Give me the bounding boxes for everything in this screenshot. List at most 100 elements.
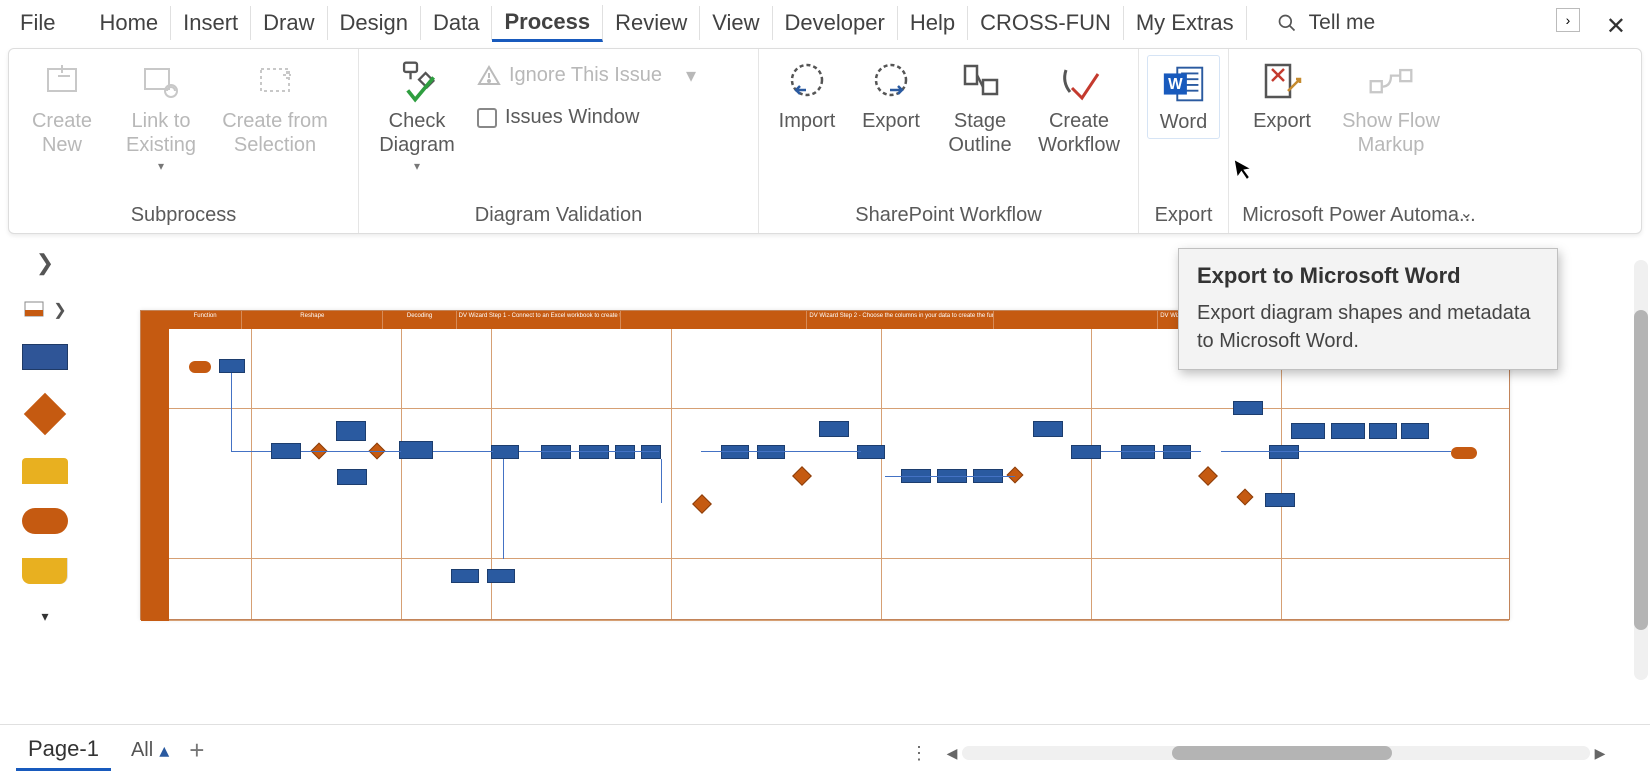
page-tab[interactable]: Page-1 bbox=[16, 730, 111, 771]
tab-process[interactable]: Process bbox=[492, 5, 603, 42]
shape-process[interactable] bbox=[219, 359, 245, 373]
vertical-scrollbar[interactable] bbox=[1634, 260, 1648, 680]
check-diagram-button[interactable]: Check Diagram ▾ bbox=[367, 55, 467, 177]
shape-process[interactable] bbox=[819, 421, 849, 437]
create-from-selection-button[interactable]: Create from Selection bbox=[215, 55, 335, 161]
shape-process[interactable] bbox=[615, 445, 635, 459]
all-pages-label: All bbox=[131, 739, 153, 762]
shape-process[interactable] bbox=[337, 469, 367, 485]
ignore-issue-label: Ignore This Issue bbox=[509, 64, 662, 87]
create-new-label: Create New bbox=[32, 109, 92, 157]
export-sp-button[interactable]: Export bbox=[851, 55, 931, 137]
issues-window-toggle[interactable]: Issues Window bbox=[471, 102, 702, 133]
sb-stencil-row[interactable]: ❯ bbox=[23, 300, 66, 320]
flow-markup-icon bbox=[1367, 59, 1415, 107]
expand-shapes-icon[interactable]: ❯ bbox=[36, 250, 54, 276]
tab-data[interactable]: Data bbox=[421, 6, 492, 40]
tab-help[interactable]: Help bbox=[898, 6, 968, 40]
tab-home[interactable]: Home bbox=[87, 6, 171, 40]
shape-process[interactable] bbox=[491, 445, 519, 459]
tell-me-search[interactable]: Tell me bbox=[1277, 11, 1376, 35]
show-flow-markup-button[interactable]: Show Flow Markup bbox=[1331, 55, 1451, 161]
tab-review[interactable]: Review bbox=[603, 6, 700, 40]
shape-process[interactable] bbox=[1033, 421, 1063, 437]
group-subprocess-label: Subprocess bbox=[17, 200, 350, 231]
close-icon[interactable]: ✕ bbox=[1606, 12, 1626, 41]
shape-process[interactable] bbox=[1121, 445, 1155, 459]
shape-process[interactable] bbox=[1401, 423, 1429, 439]
shape-process[interactable] bbox=[579, 445, 609, 459]
horizontal-scrollbar[interactable]: ⋮ ◀ ▶ bbox=[910, 744, 1610, 762]
shape-process[interactable] bbox=[487, 569, 515, 583]
shape-process[interactable] bbox=[1269, 445, 1299, 459]
shape-decision[interactable] bbox=[24, 393, 66, 435]
warning-icon bbox=[477, 64, 501, 88]
tab-myextras[interactable]: My Extras bbox=[1124, 6, 1247, 40]
tab-insert[interactable]: Insert bbox=[171, 6, 251, 40]
scrollbar-options-icon[interactable]: ⋮ bbox=[910, 743, 930, 764]
shape-process[interactable] bbox=[857, 445, 885, 459]
pa-export-icon bbox=[1258, 59, 1306, 107]
pa-export-button[interactable]: Export bbox=[1237, 55, 1327, 137]
group-export-label: Export bbox=[1147, 200, 1220, 231]
tab-design[interactable]: Design bbox=[328, 6, 421, 40]
tab-crossfun[interactable]: CROSS-FUN bbox=[968, 6, 1124, 40]
shape-process[interactable] bbox=[721, 445, 749, 459]
chevron-up-icon: ▴ bbox=[159, 738, 169, 763]
link-existing-label: Link to Existing bbox=[126, 109, 196, 157]
shape-process[interactable] bbox=[399, 441, 433, 459]
shape-process[interactable] bbox=[336, 421, 366, 441]
shape-process[interactable] bbox=[1071, 445, 1101, 459]
shape-subprocess[interactable] bbox=[22, 458, 68, 484]
add-page-button[interactable]: + bbox=[189, 735, 204, 766]
export-sp-icon bbox=[867, 59, 915, 107]
horizontal-scrollbar-track[interactable] bbox=[962, 746, 1590, 760]
horizontal-scrollbar-thumb[interactable] bbox=[1172, 746, 1392, 760]
create-new-button[interactable]: Create New bbox=[17, 55, 107, 161]
shape-process[interactable] bbox=[541, 445, 571, 459]
shape-process[interactable] bbox=[1163, 445, 1191, 459]
shape-process[interactable] bbox=[1233, 401, 1263, 415]
shape-end[interactable] bbox=[1451, 447, 1477, 459]
shape-process[interactable] bbox=[451, 569, 479, 583]
check-diagram-icon bbox=[393, 59, 441, 107]
group-power-automate: Export Show Flow Markup Microsoft Power … bbox=[1229, 49, 1489, 233]
tab-bar: File Home Insert Draw Design Data Proces… bbox=[0, 0, 1650, 46]
shape-process[interactable] bbox=[22, 344, 68, 370]
shape-document[interactable] bbox=[22, 558, 68, 584]
tab-file[interactable]: File bbox=[8, 6, 67, 40]
more-shapes-icon[interactable]: ▾ bbox=[41, 608, 48, 625]
group-validation: Check Diagram ▾ Ignore This Issue ▾ Issu… bbox=[359, 49, 759, 233]
scroll-left-icon[interactable]: ◀ bbox=[942, 745, 962, 762]
group-validation-label: Diagram Validation bbox=[367, 200, 750, 231]
import-button[interactable]: Import bbox=[767, 55, 847, 137]
chevron-down-icon: ▾ bbox=[414, 159, 420, 173]
status-bar: Page-1 All ▴ + ⋮ ◀ ▶ bbox=[0, 724, 1650, 776]
col-header bbox=[621, 311, 808, 329]
tab-developer[interactable]: Developer bbox=[773, 6, 898, 40]
check-diagram-label: Check Diagram bbox=[379, 109, 455, 157]
shape-process[interactable] bbox=[1331, 423, 1365, 439]
tab-draw[interactable]: Draw bbox=[251, 6, 327, 40]
ribbon-display-options[interactable]: › bbox=[1556, 8, 1580, 32]
shape-process[interactable] bbox=[1265, 493, 1295, 507]
scroll-right-icon[interactable]: ▶ bbox=[1590, 745, 1610, 762]
shape-process[interactable] bbox=[1369, 423, 1397, 439]
export-word-label: Word bbox=[1160, 110, 1207, 134]
shape-process[interactable] bbox=[1291, 423, 1325, 439]
ignore-issue-button[interactable]: Ignore This Issue ▾ bbox=[471, 59, 702, 92]
vertical-scrollbar-thumb[interactable] bbox=[1634, 310, 1648, 630]
collapse-ribbon-icon[interactable]: ⌄ bbox=[1460, 203, 1473, 223]
shape-start[interactable] bbox=[189, 361, 211, 373]
col-header: Decoding bbox=[383, 311, 456, 329]
create-workflow-button[interactable]: Create Workflow bbox=[1029, 55, 1129, 161]
shape-process[interactable] bbox=[641, 445, 661, 459]
shape-start-end[interactable] bbox=[22, 508, 68, 534]
shape-process[interactable] bbox=[271, 443, 301, 459]
tab-view[interactable]: View bbox=[700, 6, 772, 40]
export-word-button[interactable]: W Word bbox=[1147, 55, 1220, 139]
stage-outline-button[interactable]: Stage Outline bbox=[935, 55, 1025, 161]
link-existing-button[interactable]: Link to Existing ▾ bbox=[111, 55, 211, 177]
all-pages-dropdown[interactable]: All ▴ bbox=[131, 738, 169, 763]
shape-process[interactable] bbox=[757, 445, 785, 459]
